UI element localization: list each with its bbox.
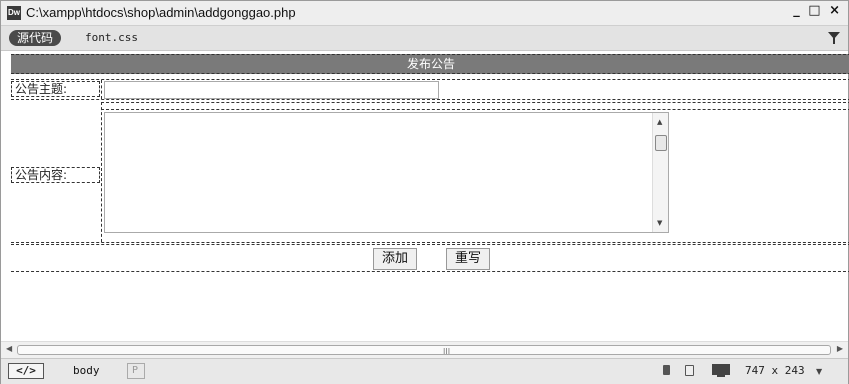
- reset-button[interactable]: 重写: [446, 248, 491, 270]
- scroll-thumb[interactable]: [655, 135, 667, 151]
- content-textarea[interactable]: ▲ ▼: [104, 112, 669, 233]
- code-toggle-button[interactable]: </>: [8, 363, 44, 379]
- scroll-down-arrow-icon[interactable]: ▼: [657, 219, 662, 227]
- title-input[interactable]: [104, 81, 439, 99]
- textarea-scrollbar[interactable]: ▲ ▼: [652, 113, 668, 232]
- chevron-down-icon[interactable]: ▼: [816, 367, 822, 376]
- related-files-bar: 源代码 font.css: [1, 26, 848, 51]
- tablet-size-icon[interactable]: [685, 365, 694, 376]
- horizontal-scroll-track[interactable]: III: [17, 345, 831, 356]
- content-label: 公告内容:: [11, 167, 100, 183]
- related-file-css[interactable]: font.css: [85, 31, 138, 44]
- title-bar: Dw C:\xampp\htdocs\shop\admin\addgonggao…: [1, 1, 848, 26]
- window-controls[interactable]: _ □ ×: [793, 3, 842, 18]
- scroll-right-arrow-icon[interactable]: ▶: [837, 344, 843, 353]
- filter-icon[interactable]: [828, 32, 840, 44]
- form-header: 发布公告: [11, 54, 849, 74]
- scroll-grip[interactable]: III: [443, 347, 450, 356]
- window-size-readout[interactable]: 747 x 243: [745, 364, 805, 377]
- document-path-title: C:\xampp\htdocs\shop\admin\addgonggao.ph…: [26, 5, 296, 20]
- status-bar: </> body P 747 x 243 ▼: [1, 358, 848, 384]
- mobile-size-icon[interactable]: [663, 365, 670, 375]
- source-code-button[interactable]: 源代码: [9, 30, 62, 46]
- tag-selector-body[interactable]: body: [73, 364, 100, 377]
- dreamweaver-document-window: Dw C:\xampp\htdocs\shop\admin\addgonggao…: [0, 0, 849, 384]
- title-label: 公告主题:: [11, 81, 100, 97]
- dreamweaver-app-icon: Dw: [7, 6, 21, 20]
- scroll-left-arrow-icon[interactable]: ◀: [6, 344, 12, 353]
- add-button[interactable]: 添加: [373, 248, 418, 270]
- scroll-up-arrow-icon[interactable]: ▲: [657, 118, 662, 126]
- desktop-size-icon[interactable]: [712, 364, 730, 377]
- buttons-row: [11, 244, 849, 272]
- horizontal-scrollbar[interactable]: ◀ III ▶: [1, 341, 848, 358]
- tag-selector-p[interactable]: P: [127, 363, 146, 379]
